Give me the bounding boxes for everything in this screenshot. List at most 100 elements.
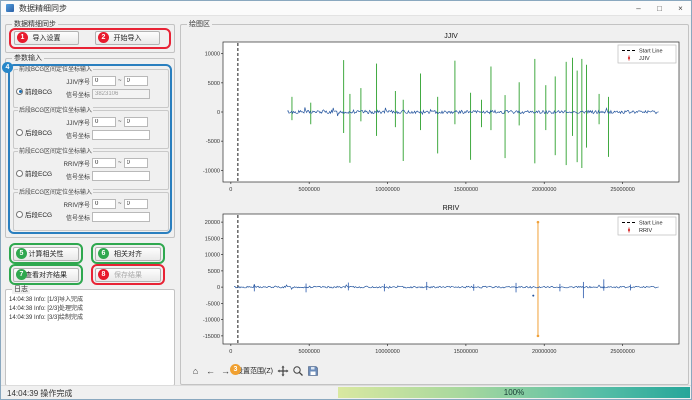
svg-text:20000: 20000 (205, 220, 220, 226)
svg-text:10000: 10000 (205, 52, 220, 58)
annotation-badge-4: 4 (2, 62, 13, 73)
rriv-chart: RRIV-15000-10000-50000500010000150002000… (189, 201, 685, 359)
svg-text:-5000: -5000 (206, 301, 220, 307)
annotation-badge-7: 7 (16, 269, 27, 280)
svg-text:-10000: -10000 (203, 318, 220, 324)
seq-label: RRIV序号 (60, 159, 90, 168)
radio-icon[interactable] (16, 211, 23, 218)
front-ecg-radio[interactable]: 前段ECG (16, 158, 60, 188)
radio-label: 前段ECG (25, 168, 52, 178)
seq-end-input[interactable] (124, 117, 148, 127)
svg-text:JJIV: JJIV (639, 56, 650, 62)
svg-text:-10000: -10000 (203, 168, 220, 174)
seq-start-input[interactable] (92, 199, 116, 209)
svg-text:10000000: 10000000 (375, 349, 399, 355)
coord-input[interactable] (92, 89, 150, 99)
app-window: 数据精细同步 – □ × 数据精细同步 导入设置 开始导入 1 2 参数输入 4… (0, 0, 692, 400)
log-line: 14:04:38 Info: [1/3]导入完成 (9, 296, 171, 305)
section-title: 前段BCG区间定位坐标输入 (18, 66, 93, 74)
svg-text:15000: 15000 (205, 236, 220, 242)
svg-text:5000: 5000 (208, 269, 220, 275)
svg-text:20000000: 20000000 (532, 349, 556, 355)
home-icon[interactable]: ⌂ (189, 364, 202, 378)
svg-text:-5000: -5000 (206, 139, 220, 145)
coord-label: 信号坐标 (60, 131, 90, 140)
progress-bar: 100% (338, 387, 690, 398)
log-line: 14:04:38 Info: [2/3]处理完成 (9, 305, 171, 314)
radio-label: 后段BCG (25, 127, 52, 137)
range-separator: ~ (118, 201, 122, 207)
svg-text:0: 0 (217, 285, 220, 291)
save-icon[interactable] (307, 364, 320, 378)
pan-icon[interactable] (277, 364, 290, 378)
seq-start-input[interactable] (92, 158, 116, 168)
svg-text:5000000: 5000000 (298, 187, 319, 193)
section-rear-bcg: 后段BCG区间定位坐标输入 后段BCG JJIV序号 ~ 信号坐标 (13, 110, 169, 149)
title-bar: 数据精细同步 – □ × (1, 1, 691, 16)
rear-bcg-radio[interactable]: 后段BCG (16, 117, 60, 147)
seq-end-input[interactable] (124, 158, 148, 168)
front-bcg-radio[interactable]: 前段BCG (16, 76, 60, 106)
section-title: 前段ECG区间定位坐标输入 (18, 148, 93, 156)
range-separator: ~ (118, 160, 122, 166)
svg-text:RRIV: RRIV (639, 228, 652, 234)
radio-label: 前段BCG (25, 86, 52, 96)
coord-label: 信号坐标 (60, 90, 90, 99)
svg-text:0: 0 (229, 187, 232, 193)
minimize-button[interactable]: – (628, 1, 649, 15)
seq-label: RRIV序号 (60, 200, 90, 209)
rear-ecg-radio[interactable]: 后段ECG (16, 199, 60, 229)
section-title: 后段ECG区间定位坐标输入 (18, 189, 93, 197)
range-separator: ~ (118, 119, 122, 125)
seq-label: JJIV序号 (60, 118, 90, 127)
svg-text:Start Line: Start Line (639, 221, 663, 227)
radio-label: 后段ECG (25, 209, 52, 219)
window-controls: – □ × (628, 1, 691, 15)
annotation-badge-6: 6 (98, 248, 109, 259)
log-group-title: 日志 (12, 285, 30, 294)
svg-text:JJIV: JJIV (444, 33, 458, 40)
svg-text:20000000: 20000000 (532, 187, 556, 193)
close-button[interactable]: × (670, 1, 691, 15)
app-icon (6, 4, 14, 12)
svg-text:25000000: 25000000 (610, 349, 634, 355)
log-output[interactable]: 14:04:38 Info: [1/3]导入完成 14:04:38 Info: … (9, 296, 171, 383)
radio-icon[interactable] (16, 88, 23, 95)
jjiv-chart: JJIV-10000-50000500010000050000001000000… (189, 29, 685, 197)
plot-group-title: 绘图区 (187, 20, 212, 29)
annotation-badge-3: 3 (230, 364, 241, 375)
svg-text:5000000: 5000000 (298, 349, 319, 355)
section-title: 后段BCG区间定位坐标输入 (18, 107, 93, 115)
section-front-ecg: 前段ECG区间定位坐标输入 前段ECG RRIV序号 ~ 信号坐标 (13, 151, 169, 190)
seq-end-input[interactable] (124, 76, 148, 86)
svg-text:Start Line: Start Line (639, 49, 663, 55)
annotation-badge-8: 8 (98, 269, 109, 280)
log-group: 日志 14:04:38 Info: [1/3]导入完成 14:04:38 Inf… (5, 289, 175, 386)
zoom-icon[interactable] (292, 364, 305, 378)
status-bar: 14:04:39 操作完成 100% (1, 385, 691, 399)
coord-input[interactable] (92, 171, 150, 181)
svg-text:0: 0 (229, 349, 232, 355)
import-group-title: 数据精细同步 (12, 20, 58, 29)
coord-input[interactable] (92, 212, 150, 222)
plot-toolbar: ⌂ ← → 设置范围(Z) (189, 363, 320, 379)
seq-start-input[interactable] (92, 76, 116, 86)
coord-input[interactable] (92, 130, 150, 140)
svg-text:RRIV: RRIV (443, 205, 460, 212)
svg-text:15000000: 15000000 (454, 349, 478, 355)
seq-end-input[interactable] (124, 199, 148, 209)
status-message: 14:04:39 操作完成 (7, 388, 72, 399)
maximize-button[interactable]: □ (649, 1, 670, 15)
seq-start-input[interactable] (92, 117, 116, 127)
coord-label: 信号坐标 (60, 172, 90, 181)
radio-icon[interactable] (16, 129, 23, 136)
params-group-title: 参数输入 (12, 54, 44, 63)
window-title: 数据精细同步 (19, 3, 67, 14)
log-line: 14:04:39 Info: [3/3]绘制完成 (9, 314, 171, 323)
annotation-badge-1: 1 (17, 32, 28, 43)
svg-text:25000000: 25000000 (610, 187, 634, 193)
svg-text:-15000: -15000 (203, 334, 220, 340)
radio-icon[interactable] (16, 170, 23, 177)
back-icon[interactable]: ← (204, 364, 217, 378)
annotation-badge-2: 2 (98, 32, 109, 43)
